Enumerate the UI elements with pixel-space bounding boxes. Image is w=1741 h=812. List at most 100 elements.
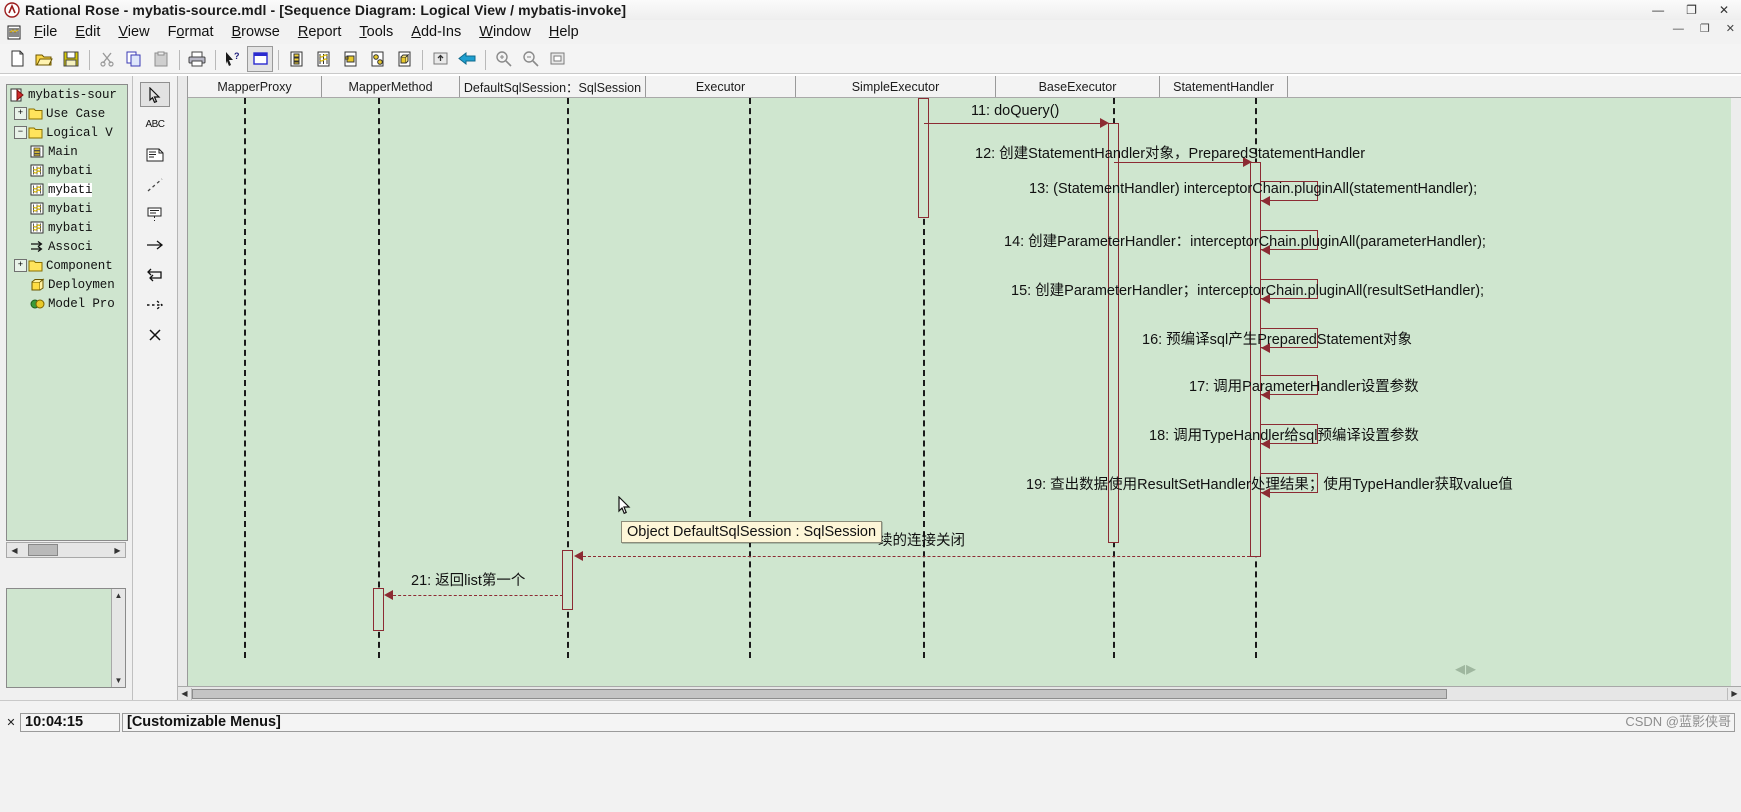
scrollbar-thumb[interactable] <box>28 544 58 556</box>
scrollbar-thumb[interactable] <box>192 688 1447 699</box>
chevron-up-icon[interactable]: ▲ <box>112 589 125 602</box>
note-tool[interactable] <box>140 142 170 167</box>
tree-item-use-case-view[interactable]: + Use Case <box>7 104 127 123</box>
watermark-text: CSDN @蓝影侠哥 <box>1625 714 1731 729</box>
mdi-restore-button[interactable]: ❐ <box>1700 22 1710 35</box>
tree-item-label: mybati <box>48 201 93 216</box>
document-icon[interactable] <box>3 22 25 42</box>
restore-button[interactable]: ❐ <box>1686 4 1697 16</box>
zoom-in-icon[interactable] <box>490 46 516 72</box>
expander-plus-icon[interactable]: + <box>14 107 27 120</box>
browse-interaction-diagram-icon[interactable] <box>283 46 309 72</box>
menu-item-tools[interactable]: Tools <box>350 23 402 41</box>
tree-item-label: mybati <box>48 220 93 235</box>
open-folder-icon[interactable] <box>31 46 57 72</box>
column-header-empty[interactable] <box>1288 76 1531 97</box>
text-tool[interactable]: ABC <box>140 112 170 137</box>
tree-item-sequence-1[interactable]: mybati <box>7 161 127 180</box>
message-label-14: 14: 创建ParameterHandler：interceptorChain.… <box>1004 234 1486 250</box>
column-header-baseexecutor[interactable]: BaseExecutor <box>996 76 1160 97</box>
anchor-note-to-item-tool[interactable] <box>140 172 170 197</box>
tree-item-logical-view[interactable]: − Logical V <box>7 123 127 142</box>
tree-item-main[interactable]: Main <box>7 142 127 161</box>
fit-in-window-icon[interactable] <box>544 46 570 72</box>
activation-mapperproxy <box>373 588 384 631</box>
column-header-simpleexecutor[interactable]: SimpleExecutor <box>796 76 996 97</box>
tree-item-model-properties[interactable]: Model Pro <box>7 294 127 313</box>
object-tool[interactable] <box>140 202 170 227</box>
browse-class-diagram-icon[interactable] <box>247 45 273 72</box>
tree-item-label: Use Case <box>46 106 106 121</box>
expander-minus-icon[interactable]: − <box>14 126 27 139</box>
close-button[interactable]: ✕ <box>1719 4 1729 16</box>
overview-vertical-scrollbar[interactable]: ▲ ▼ <box>111 589 125 687</box>
browse-deployment-diagram-icon[interactable] <box>391 46 417 72</box>
browse-parent-icon[interactable] <box>427 46 453 72</box>
new-document-icon[interactable] <box>4 46 30 72</box>
menu-item-browse[interactable]: Browse <box>223 23 289 41</box>
destruction-marker-tool[interactable] <box>140 322 170 347</box>
object-message-tool[interactable] <box>140 232 170 257</box>
browse-sequence-diagram-icon[interactable] <box>310 46 336 72</box>
header-corner[interactable] <box>178 76 188 98</box>
cut-scissors-icon[interactable] <box>94 46 120 72</box>
menu-item-help[interactable]: Help <box>540 23 588 41</box>
minimize-button[interactable]: — <box>1652 4 1664 16</box>
tree-item-sequence-2[interactable]: mybati <box>7 180 127 199</box>
browse-previous-diagram-icon[interactable] <box>454 46 480 72</box>
chevron-right-icon[interactable]: ▶ <box>110 543 125 557</box>
message-label-12: 12: 创建StatementHandler对象，PreparedStateme… <box>975 146 1366 162</box>
deployment-icon <box>29 277 45 292</box>
menu-item-report[interactable]: Report <box>289 23 351 41</box>
print-icon[interactable] <box>184 46 210 72</box>
return-message-tool[interactable] <box>140 292 170 317</box>
tree-item-deployment-view[interactable]: Deploymen <box>7 275 127 294</box>
tree-item-sequence-4[interactable]: mybati <box>7 218 127 237</box>
column-header-defaultsqlsession[interactable]: DefaultSqlSession：SqlSession <box>460 76 646 97</box>
menu-item-view[interactable]: View <box>109 23 158 41</box>
menu-item-edit[interactable]: Edit <box>66 23 109 41</box>
browse-state-machine-diagram-icon[interactable] <box>364 46 390 72</box>
chevron-right-icon[interactable]: ▶ <box>1727 687 1741 700</box>
mdi-close-button[interactable]: ✕ <box>1726 22 1735 35</box>
toolbar-separator <box>85 48 94 70</box>
paste-clipboard-icon[interactable] <box>148 46 174 72</box>
context-help-arrow-icon[interactable]: ? <box>220 46 246 72</box>
save-disk-icon[interactable] <box>58 46 84 72</box>
message-to-self-tool[interactable] <box>140 262 170 287</box>
tree-item-sequence-3[interactable]: mybati <box>7 199 127 218</box>
model-browser-tree[interactable]: mybatis-sour + Use Case − Logical V Main… <box>6 84 128 541</box>
browser-overview-pane[interactable]: ▲ ▼ <box>6 588 126 688</box>
browser-horizontal-scrollbar[interactable]: ◀ ▶ <box>6 542 126 558</box>
close-small-icon[interactable]: ✕ <box>4 715 18 729</box>
canvas-horizontal-scrollbar[interactable]: ◀ ▶ <box>178 686 1741 700</box>
browse-component-diagram-icon[interactable] <box>337 46 363 72</box>
zoom-out-icon[interactable] <box>517 46 543 72</box>
diagram-canvas[interactable]: 11: doQuery() 12: 创建StatementHandler对象，P… <box>188 98 1731 686</box>
menu-item-file[interactable]: File <box>25 23 66 41</box>
message-label-18: 18: 调用TypeHandler给sql预编译设置参数 <box>1149 428 1419 444</box>
column-header-statementhandler[interactable]: StatementHandler <box>1160 76 1288 97</box>
menu-item-format[interactable]: Format <box>159 23 223 41</box>
copy-icon[interactable] <box>121 46 147 72</box>
expander-plus-icon[interactable]: + <box>14 259 27 272</box>
tree-item-model-root[interactable]: mybatis-sour <box>7 85 127 104</box>
column-header-mappermethod[interactable]: MapperMethod <box>322 76 460 97</box>
chevron-down-icon[interactable]: ▼ <box>112 674 125 687</box>
menu-item-add-ins[interactable]: Add-Ins <box>402 23 470 41</box>
toolbar-separator <box>418 48 427 70</box>
message-label-11: 11: doQuery() <box>971 103 1060 119</box>
tree-item-component-view[interactable]: + Component <box>7 256 127 275</box>
tree-item-associations[interactable]: Associ <box>7 237 127 256</box>
lifeline-executor <box>749 98 751 658</box>
mdi-minimize-button[interactable]: — <box>1673 23 1684 35</box>
menu-item-window[interactable]: Window <box>470 23 540 41</box>
selection-arrow-tool[interactable] <box>140 82 170 107</box>
column-header-mapperproxy[interactable]: MapperProxy <box>188 76 322 97</box>
canvas-left-gutter[interactable] <box>178 98 188 686</box>
tree-item-label: Logical V <box>46 125 113 140</box>
chevron-left-icon[interactable]: ◀ <box>7 543 22 557</box>
column-header-executor[interactable]: Executor <box>646 76 796 97</box>
chevron-left-icon[interactable]: ◀ <box>178 687 192 700</box>
status-time: 10:04:15 <box>20 712 120 732</box>
